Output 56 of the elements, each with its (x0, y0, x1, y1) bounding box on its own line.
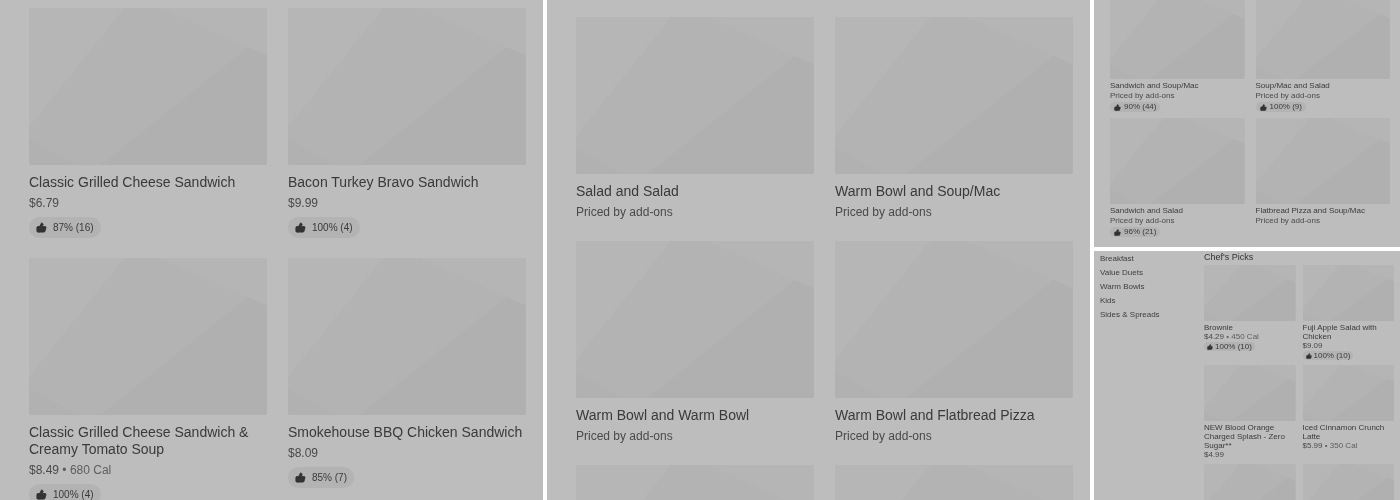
thumbs-up-icon (1207, 343, 1213, 350)
thumbs-up-icon (295, 472, 306, 483)
item-name[interactable]: Soup/Mac and Salad (1255, 81, 1330, 91)
item-price: $8.09 (288, 445, 319, 462)
thumbs-up-icon (1114, 103, 1121, 111)
item-price: Priced by add-ons (1110, 216, 1175, 226)
rating-badge: 100% (4) (288, 217, 360, 238)
sidebar-item[interactable]: Warm Bowls (1100, 282, 1204, 292)
thumbs-up-icon (1114, 228, 1121, 236)
thumbs-up-icon (295, 222, 306, 233)
item-name[interactable]: Salad and Salad (576, 183, 679, 200)
item-price: Priced by add-ons (576, 204, 673, 221)
rating-badge: 100% (10) (1204, 342, 1255, 351)
thumbs-up-icon (1259, 103, 1267, 111)
item-name[interactable]: Sandwich and Soup/Mac (1110, 81, 1199, 91)
item-name[interactable]: Warm Bowl and Flatbread Pizza (835, 407, 1035, 424)
thumbs-up-icon (36, 222, 47, 233)
section-heading: Chef's Picks (1204, 252, 1255, 262)
item-price: $9.09 (1302, 341, 1323, 350)
item-price: Priced by add-ons (835, 204, 932, 221)
item-name[interactable]: Brownie (1204, 323, 1233, 332)
item-name[interactable]: Warm Bowl and Warm Bowl (576, 407, 750, 424)
sidebar-item[interactable]: Kids (1100, 296, 1204, 306)
sidebar-item[interactable]: Sides & Spreads (1100, 310, 1204, 320)
item-name[interactable]: Fuji Apple Salad with Chicken (1302, 323, 1394, 341)
item-price: $4.99 (1204, 450, 1225, 459)
item-name[interactable]: Flatbread Pizza and Soup/Mac (1255, 206, 1365, 216)
item-name[interactable]: Classic Grilled Cheese Sandwich & Creamy Tomato Soup (29, 424, 267, 458)
item-price: Priced by add-ons (576, 428, 673, 445)
item-price: $5.99 • 350 Cal (1302, 441, 1358, 450)
item-price: Priced by add-ons (835, 428, 932, 445)
item-price: Priced by add-ons (1255, 216, 1320, 226)
rating-badge: 96% (21) (1110, 227, 1161, 237)
thumbs-up-icon (1305, 352, 1312, 359)
item-price: $9.99 (288, 195, 319, 212)
item-name[interactable]: Smokehouse BBQ Chicken Sandwich (288, 424, 523, 441)
rating-badge: 100% (9) (1255, 102, 1306, 112)
item-price: Priced by add-ons (1255, 91, 1320, 101)
rating-badge: 87% (16) (29, 217, 101, 238)
item-price: $4.29 • 450 Cal (1204, 332, 1259, 341)
item-name[interactable]: Warm Bowl and Soup/Mac (835, 183, 1001, 200)
item-price: Priced by add-ons (1110, 91, 1175, 101)
item-price: $6.79 (29, 195, 60, 212)
rating-badge: 100% (4) (29, 484, 101, 500)
sidebar-item[interactable]: Breakfast (1100, 254, 1204, 264)
item-price: $8.49 • 680 Cal (29, 462, 112, 479)
rating-badge: 90% (44) (1110, 102, 1161, 112)
item-name[interactable]: NEW Blood Orange Charged Splash - Zero Sugar** (1204, 423, 1296, 450)
item-name[interactable]: Sandwich and Salad (1110, 206, 1183, 216)
item-name[interactable]: Classic Grilled Cheese Sandwich (29, 174, 236, 191)
rating-badge: 100% (10) (1302, 351, 1354, 360)
rating-badge: 85% (7) (288, 467, 354, 488)
thumbs-up-icon (36, 489, 47, 500)
sidebar-item[interactable]: Value Duets (1100, 268, 1204, 278)
item-name[interactable]: Iced Cinnamon Crunch Latte (1302, 423, 1394, 441)
item-name[interactable]: Bacon Turkey Bravo Sandwich (288, 174, 479, 191)
